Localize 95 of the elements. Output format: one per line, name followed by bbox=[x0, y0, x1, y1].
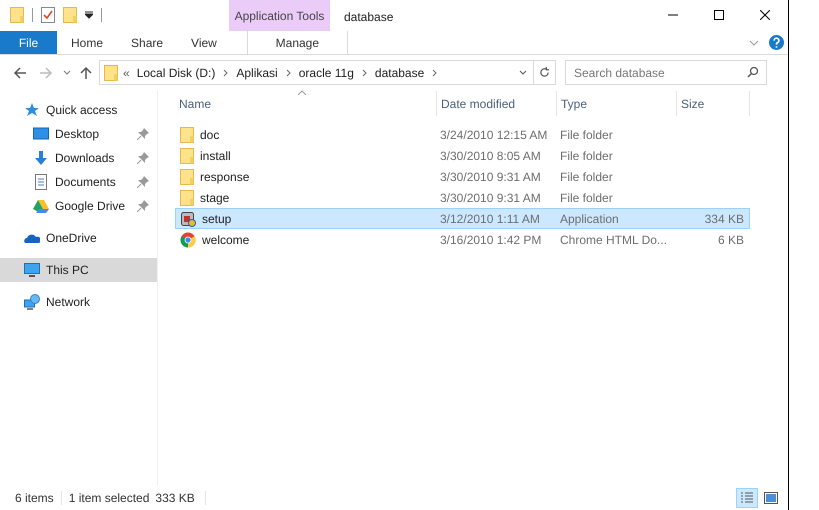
up-arrow-icon[interactable] bbox=[79, 66, 93, 80]
new-folder-icon bbox=[63, 7, 77, 23]
sidebar-item[interactable]: OneDrive bbox=[0, 226, 157, 250]
file-row[interactable]: response 3/30/2010 9:31 AM File folder bbox=[175, 166, 750, 187]
window-title: database bbox=[344, 9, 394, 26]
table-cell-text: File folder bbox=[559, 190, 614, 206]
file-name: setup bbox=[202, 210, 232, 228]
network-icon bbox=[24, 294, 40, 310]
file-row[interactable]: setup 3/12/2010 1:11 AM Application 334 KB bbox=[175, 208, 750, 229]
down-arrow-icon bbox=[33, 150, 49, 166]
file-name: response bbox=[200, 168, 250, 186]
help-icon[interactable] bbox=[769, 35, 784, 50]
table-cell-text: 3/24/2010 12:15 AM bbox=[439, 126, 548, 144]
table-cell-text: File folder bbox=[559, 126, 614, 144]
status-text: 333 KB bbox=[155, 490, 195, 507]
expand-ribbon-icon[interactable] bbox=[749, 38, 759, 48]
table-cell-text: 334 KB bbox=[704, 210, 744, 228]
document-icon bbox=[33, 174, 49, 190]
maximize-icon bbox=[714, 10, 724, 20]
triangle-logo-icon bbox=[33, 198, 49, 214]
table-cell-text: 3/12/2010 1:11 AM bbox=[439, 210, 541, 228]
column-header[interactable]: Size bbox=[676, 91, 750, 116]
column-header[interactable]: Date modified bbox=[436, 91, 556, 116]
table-cell-text: File folder bbox=[559, 168, 614, 186]
sort-caret-icon bbox=[298, 90, 306, 95]
chevron-down-icon[interactable] bbox=[63, 68, 71, 76]
overflow-chevron[interactable]: « bbox=[123, 64, 130, 82]
search-icon[interactable] bbox=[747, 66, 759, 78]
folder-icon bbox=[180, 190, 194, 206]
installer-icon bbox=[180, 210, 196, 226]
context-tab-group: Application Tools bbox=[229, 0, 330, 31]
monitor-icon bbox=[24, 262, 40, 278]
pin-icon[interactable] bbox=[137, 152, 149, 164]
ribbon-tab[interactable]: Home bbox=[57, 31, 118, 54]
folder-icon bbox=[104, 64, 118, 80]
chevron-right-icon[interactable] bbox=[223, 68, 230, 76]
table-cell-text: 6 KB bbox=[718, 232, 744, 248]
dropdown-arrow-icon[interactable] bbox=[85, 11, 93, 19]
sidebar-item[interactable]: Network bbox=[0, 290, 157, 314]
folder-icon bbox=[180, 126, 194, 142]
breadcrumb[interactable]: Local Disk (D:) bbox=[136, 64, 216, 82]
sidebar-item[interactable]: Downloads bbox=[0, 146, 157, 170]
table-cell-text: 3/16/2010 1:42 PM bbox=[439, 232, 542, 248]
ribbon-tab[interactable]: View bbox=[177, 31, 231, 54]
details-view-button[interactable] bbox=[736, 488, 758, 508]
table-cell-text: File folder bbox=[559, 148, 614, 164]
list-icon bbox=[740, 492, 754, 504]
status-text: 1 item selected bbox=[68, 490, 150, 507]
sidebar-item[interactable]: Documents bbox=[0, 170, 157, 194]
ribbon-tab[interactable]: Share bbox=[117, 31, 178, 54]
file-name: doc bbox=[200, 126, 220, 144]
browser-logo-icon bbox=[180, 232, 196, 248]
table-cell-text: Application bbox=[559, 210, 620, 228]
file-menu-button[interactable]: File bbox=[0, 31, 57, 54]
table-cell-text: Chrome HTML Do... bbox=[559, 232, 668, 248]
back-arrow-icon[interactable] bbox=[13, 66, 27, 80]
file-row[interactable]: stage 3/30/2010 9:31 AM File folder bbox=[175, 187, 750, 208]
sidebar-item[interactable]: Desktop bbox=[0, 122, 157, 146]
close-icon bbox=[760, 10, 770, 20]
refresh-icon bbox=[539, 67, 550, 78]
breadcrumb[interactable]: database bbox=[374, 64, 424, 82]
pin-icon[interactable] bbox=[137, 176, 149, 188]
context-tab[interactable]: Manage bbox=[246, 31, 348, 54]
breadcrumb[interactable]: oracle 11g bbox=[298, 64, 354, 82]
folder-icon bbox=[180, 148, 194, 164]
breadcrumb[interactable]: Aplikasi bbox=[236, 64, 278, 82]
file-row[interactable]: install 3/30/2010 8:05 AM File folder bbox=[175, 145, 750, 166]
column-header[interactable]: Type bbox=[556, 91, 676, 116]
chevron-right-icon[interactable] bbox=[286, 68, 292, 76]
chevron-right-icon[interactable] bbox=[432, 68, 438, 76]
pin-icon[interactable] bbox=[137, 200, 149, 212]
file-name: install bbox=[200, 148, 231, 164]
pin-icon[interactable] bbox=[137, 128, 149, 140]
sidebar-item[interactable]: Google Drive bbox=[0, 194, 157, 218]
checklist-icon[interactable] bbox=[41, 7, 55, 23]
column-header[interactable]: Name bbox=[175, 91, 436, 116]
status-text: 6 items bbox=[15, 490, 54, 507]
file-row[interactable]: welcome 3/16/2010 1:42 PM Chrome HTML Do... 6 KB bbox=[175, 229, 750, 250]
folder-icon bbox=[10, 7, 24, 23]
table-cell-text: 3/30/2010 9:31 AM bbox=[439, 168, 542, 186]
sidebar-item[interactable]: This PC bbox=[0, 258, 157, 282]
chevron-right-icon[interactable] bbox=[362, 68, 368, 76]
monitor-icon bbox=[33, 126, 49, 142]
table-cell-text: 3/30/2010 9:31 AM bbox=[439, 190, 542, 206]
address-bar[interactable]: « Local Disk (D:) Aplikasi oracle 11g database bbox=[99, 60, 556, 85]
star-icon bbox=[24, 102, 40, 118]
folder-icon bbox=[180, 168, 194, 184]
sidebar-item[interactable]: Quick access bbox=[0, 98, 157, 122]
file-name: welcome bbox=[202, 232, 250, 248]
search-field[interactable]: Search database bbox=[565, 60, 767, 85]
image-icon bbox=[764, 492, 778, 504]
file-row[interactable]: doc 3/24/2010 12:15 AM File folder bbox=[175, 124, 750, 145]
table-cell-text: 3/30/2010 8:05 AM bbox=[439, 148, 542, 164]
chevron-down-icon[interactable] bbox=[519, 68, 527, 76]
file-name: stage bbox=[200, 190, 230, 206]
